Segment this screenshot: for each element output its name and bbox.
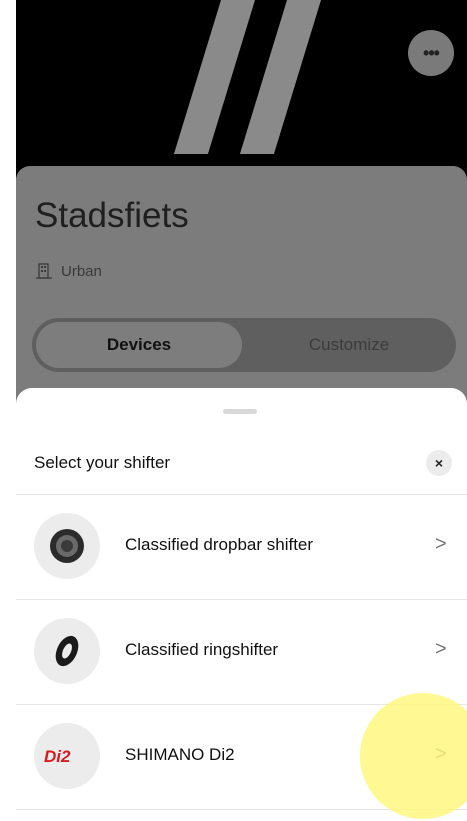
di2-logo: Di2 bbox=[34, 723, 100, 789]
sheet-title: Select your shifter bbox=[34, 453, 171, 472]
bike-type-label: Urban bbox=[61, 262, 102, 280]
divider bbox=[16, 809, 467, 810]
hero-stripe bbox=[239, 0, 325, 154]
ringshifter-icon bbox=[34, 618, 100, 684]
svg-text:Di2: Di2 bbox=[44, 747, 71, 766]
chevron-right-icon: > bbox=[435, 638, 447, 660]
shifter-bottom-sheet: Select your shifter × Classified dropbar… bbox=[16, 388, 467, 821]
tab-customize[interactable]: Customize bbox=[246, 322, 452, 368]
shifter-option-ringshifter[interactable]: Classified ringshifter > bbox=[16, 600, 467, 704]
more-icon: ••• bbox=[423, 42, 440, 63]
shifter-option-dropbar[interactable]: Classified dropbar shifter > bbox=[16, 495, 467, 599]
more-options-button[interactable]: ••• bbox=[408, 30, 454, 76]
chevron-right-icon: > bbox=[435, 743, 447, 765]
chevron-right-icon: > bbox=[435, 533, 447, 555]
sheet-drag-handle[interactable] bbox=[223, 409, 257, 414]
close-button[interactable]: × bbox=[426, 450, 452, 476]
shifter-option-label: SHIMANO Di2 bbox=[125, 745, 235, 764]
app-screen: ••• Stadsfiets Urban Devices Customize S… bbox=[16, 0, 467, 821]
hero-stripe bbox=[173, 0, 259, 154]
bike-name: Stadsfiets bbox=[35, 196, 189, 235]
close-icon: × bbox=[434, 455, 444, 471]
shifter-option-label: Classified dropbar shifter bbox=[125, 535, 314, 554]
segmented-control: Devices Customize bbox=[32, 318, 456, 372]
dropbar-shifter-icon bbox=[34, 513, 100, 579]
bike-type: Urban bbox=[35, 262, 102, 280]
tab-devices[interactable]: Devices bbox=[36, 322, 242, 368]
shifter-option-di2[interactable]: Di2 SHIMANO Di2 > bbox=[16, 705, 467, 809]
shifter-option-label: Classified ringshifter bbox=[125, 640, 279, 659]
building-icon bbox=[36, 263, 52, 279]
